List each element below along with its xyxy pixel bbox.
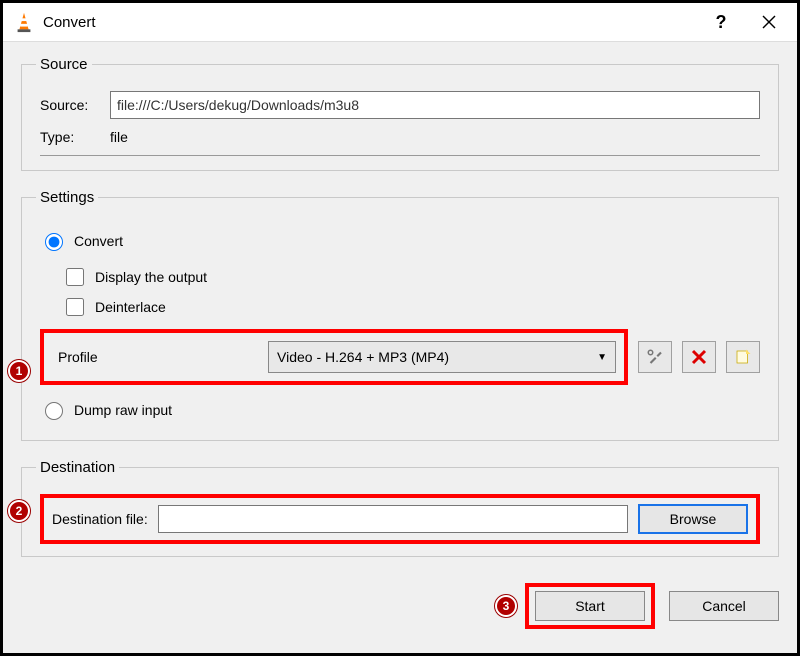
start-button[interactable]: Start: [535, 591, 645, 621]
vlc-icon: [13, 11, 35, 33]
source-separator: [40, 155, 760, 156]
delete-x-icon: [690, 348, 708, 366]
destination-input[interactable]: [158, 505, 628, 533]
source-input[interactable]: [110, 91, 760, 119]
source-row: Source:: [40, 91, 760, 119]
deinterlace-input[interactable]: [66, 298, 84, 316]
close-button[interactable]: [745, 4, 793, 40]
help-icon: ?: [716, 12, 727, 33]
start-highlight: Start: [525, 583, 655, 629]
new-file-icon: [734, 348, 752, 366]
destination-legend: Destination: [36, 459, 119, 476]
dump-raw-radio-input[interactable]: [45, 402, 63, 420]
dump-raw-label: Dump raw input: [74, 402, 172, 418]
callout-2: 2: [8, 500, 30, 522]
callout-3: 3: [495, 595, 517, 617]
callout-1: 1: [8, 360, 30, 382]
cancel-button[interactable]: Cancel: [669, 591, 779, 621]
display-output-checkbox[interactable]: Display the output: [62, 265, 760, 289]
display-output-input[interactable]: [66, 268, 84, 286]
title-bar: Convert ?: [3, 3, 797, 42]
settings-group: Settings Convert Display the output Dein…: [21, 189, 779, 441]
browse-button[interactable]: Browse: [638, 504, 748, 534]
display-output-label: Display the output: [95, 269, 207, 285]
type-row: Type: file: [40, 129, 760, 145]
deinterlace-checkbox[interactable]: Deinterlace: [62, 295, 760, 319]
convert-radio-input[interactable]: [45, 233, 63, 251]
source-group: Source Source: Type: file: [21, 56, 779, 171]
dump-raw-radio[interactable]: Dump raw input: [40, 399, 760, 420]
window-title: Convert: [43, 14, 697, 31]
convert-radio[interactable]: Convert: [40, 230, 760, 251]
profile-combobox[interactable]: Video - H.264 + MP3 (MP4) ▼: [268, 341, 616, 373]
source-legend: Source: [36, 56, 92, 73]
edit-profile-button[interactable]: [638, 341, 672, 373]
dialog-body: Source Source: Type: file Settings Conve…: [3, 42, 797, 589]
profile-row: Profile Video - H.264 + MP3 (MP4) ▼: [40, 329, 760, 385]
chevron-down-icon: ▼: [597, 352, 607, 363]
destination-label: Destination file:: [52, 511, 148, 527]
delete-profile-button[interactable]: [682, 341, 716, 373]
help-button[interactable]: ?: [697, 4, 745, 40]
tools-icon: [646, 348, 664, 366]
destination-group: Destination 2 Destination file: Browse: [21, 459, 779, 557]
close-icon: [762, 15, 776, 29]
type-value: file: [110, 129, 128, 145]
convert-radio-label: Convert: [74, 233, 123, 249]
convert-dialog: Convert ? Source Source: Type: file: [0, 0, 800, 656]
deinterlace-label: Deinterlace: [95, 299, 166, 315]
settings-legend: Settings: [36, 189, 98, 206]
profile-highlight: Profile Video - H.264 + MP3 (MP4) ▼: [40, 329, 628, 385]
destination-highlight: Destination file: Browse: [40, 494, 760, 544]
profile-label: Profile: [58, 349, 258, 365]
profile-selected-value: Video - H.264 + MP3 (MP4): [277, 349, 449, 365]
type-label: Type:: [40, 129, 110, 145]
new-profile-button[interactable]: [726, 341, 760, 373]
dialog-footer: 3 Start Cancel: [3, 583, 797, 629]
source-label: Source:: [40, 97, 110, 113]
